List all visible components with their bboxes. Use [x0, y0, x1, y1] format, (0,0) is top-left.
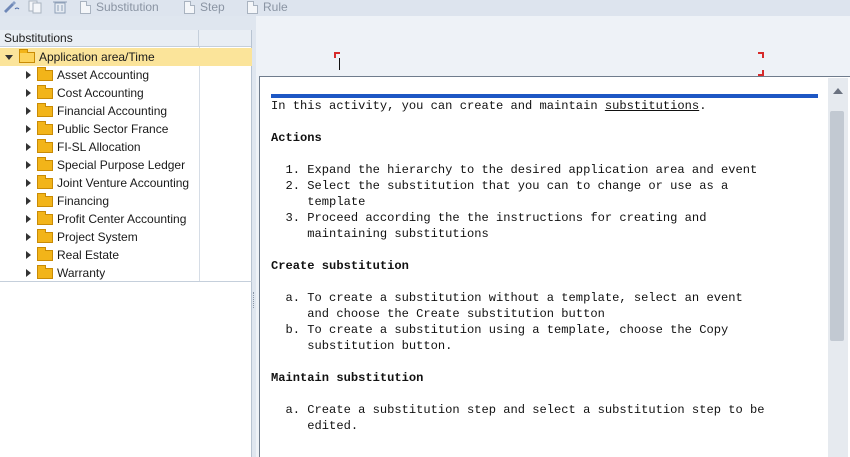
folder-icon [37, 156, 53, 171]
expand-arrow-icon[interactable] [26, 107, 31, 115]
expand-arrow-icon[interactable] [26, 197, 31, 205]
create-heading: Create substitution [271, 259, 409, 273]
substitutions-link[interactable]: substitutions [605, 99, 699, 113]
folder-icon [37, 192, 53, 207]
toolbar: Substitution Step Rule [0, 0, 850, 16]
expand-arrow-icon[interactable] [26, 89, 31, 97]
substitution-tree: Substitutions Application area/Time Asse… [0, 30, 252, 457]
splitter-handle[interactable] [253, 292, 256, 308]
create-step: and choose the Create substitution butto… [271, 307, 605, 321]
expand-arrow-icon[interactable] [26, 179, 31, 187]
document-icon [247, 0, 258, 14]
step-label: Step [200, 0, 225, 14]
tree-node-profit-center-accounting[interactable]: Profit Center Accounting [0, 210, 252, 228]
create-step: a. To create a substitution without a te… [271, 291, 743, 305]
maintain-step: edited. [271, 419, 359, 433]
maintain-step: a. Create a substitution step and select… [271, 403, 765, 417]
document-icon [80, 0, 91, 14]
tree-node-label: Application area/Time [39, 50, 155, 64]
tree-node-asset-accounting[interactable]: Asset Accounting [0, 66, 252, 84]
tree-node-label: Asset Accounting [57, 68, 150, 82]
expand-arrow-icon[interactable] [26, 251, 31, 259]
documentation-text: In this activity, you can create and mai… [271, 98, 831, 434]
expand-arrow-icon[interactable] [26, 215, 31, 223]
tree-node-fi-sl-allocation[interactable]: FI-SL Allocation [0, 138, 252, 156]
tree-node-label: Joint Venture Accounting [57, 176, 190, 190]
rule-label: Rule [263, 0, 288, 14]
tree-node-label: Public Sector France [57, 122, 169, 136]
folder-icon [37, 264, 53, 279]
tree-column-header[interactable]: Substitutions [0, 30, 199, 46]
document-icon [184, 0, 195, 14]
tree-node-financing[interactable]: Financing [0, 192, 252, 210]
tree-node-label: FI-SL Allocation [57, 140, 141, 154]
tree-node-warranty[interactable]: Warranty [0, 264, 252, 282]
new-step-button[interactable]: Step [184, 0, 225, 14]
trash-icon[interactable] [52, 0, 68, 14]
collapse-arrow-icon[interactable] [5, 54, 13, 60]
intro-text: In this activity, you can create and mai… [271, 99, 605, 113]
pencil-icon[interactable] [2, 0, 20, 14]
tree-body: Application area/Time Asset Accounting C… [0, 47, 252, 282]
tree-node-label: Project System [57, 230, 138, 244]
tree-node-label: Warranty [57, 266, 106, 280]
scroll-up-icon[interactable] [833, 88, 843, 94]
tree-node-label: Real Estate [57, 248, 120, 262]
tree-node-label: Cost Accounting [57, 86, 144, 100]
action-step: 2. Select the substitution that you can … [271, 179, 729, 193]
expand-arrow-icon[interactable] [26, 71, 31, 79]
create-step: substitution button. [271, 339, 453, 353]
tree-divider [0, 281, 252, 282]
maintain-heading: Maintain substitution [271, 371, 424, 385]
folder-icon [37, 84, 53, 99]
folder-icon [37, 138, 53, 153]
actions-heading: Actions [271, 131, 322, 145]
new-rule-button[interactable]: Rule [247, 0, 288, 14]
action-step: 3. Proceed according the the instruction… [271, 211, 707, 225]
tree-header: Substitutions [0, 30, 251, 47]
folder-icon [37, 120, 53, 135]
intro-suffix: . [699, 99, 707, 113]
action-step: template [271, 195, 366, 209]
tree-node-financial-accounting[interactable]: Financial Accounting [0, 102, 252, 120]
expand-arrow-icon[interactable] [26, 161, 31, 169]
tree-column-header-2[interactable] [199, 30, 251, 46]
tree-node-special-purpose-ledger[interactable]: Special Purpose Ledger [0, 156, 252, 174]
open-folder-icon [19, 48, 35, 63]
copy-icon[interactable] [28, 0, 44, 14]
expand-arrow-icon[interactable] [26, 233, 31, 241]
scrollbar-thumb[interactable] [830, 111, 844, 341]
folder-icon [37, 66, 53, 81]
text-cursor [339, 58, 340, 70]
folder-icon [37, 102, 53, 117]
corner-marker [758, 52, 764, 58]
action-step: 1. Expand the hierarchy to the desired a… [271, 163, 758, 177]
expand-arrow-icon[interactable] [26, 125, 31, 133]
tree-node-label: Financial Accounting [57, 104, 168, 118]
tree-node-real-estate[interactable]: Real Estate [0, 246, 252, 264]
expand-arrow-icon[interactable] [26, 143, 31, 151]
tree-node-joint-venture-accounting[interactable]: Joint Venture Accounting [0, 174, 252, 192]
folder-icon [37, 246, 53, 261]
folder-icon [37, 228, 53, 243]
folder-icon [37, 210, 53, 225]
tree-node-root[interactable]: Application area/Time [0, 48, 252, 66]
substitution-label: Substitution [96, 0, 159, 14]
tree-node-label: Special Purpose Ledger [57, 158, 186, 172]
tree-node-public-sector-france[interactable]: Public Sector France [0, 120, 252, 138]
expand-arrow-icon[interactable] [26, 269, 31, 277]
tree-node-cost-accounting[interactable]: Cost Accounting [0, 84, 252, 102]
new-substitution-button[interactable]: Substitution [80, 0, 159, 14]
tree-node-project-system[interactable]: Project System [0, 228, 252, 246]
action-step: maintaining substitutions [271, 227, 489, 241]
tree-node-label: Profit Center Accounting [57, 212, 187, 226]
documentation-panel: In this activity, you can create and mai… [259, 76, 850, 457]
folder-icon [37, 174, 53, 189]
tree-node-label: Financing [57, 194, 110, 208]
create-step: b. To create a substitution using a temp… [271, 323, 729, 337]
